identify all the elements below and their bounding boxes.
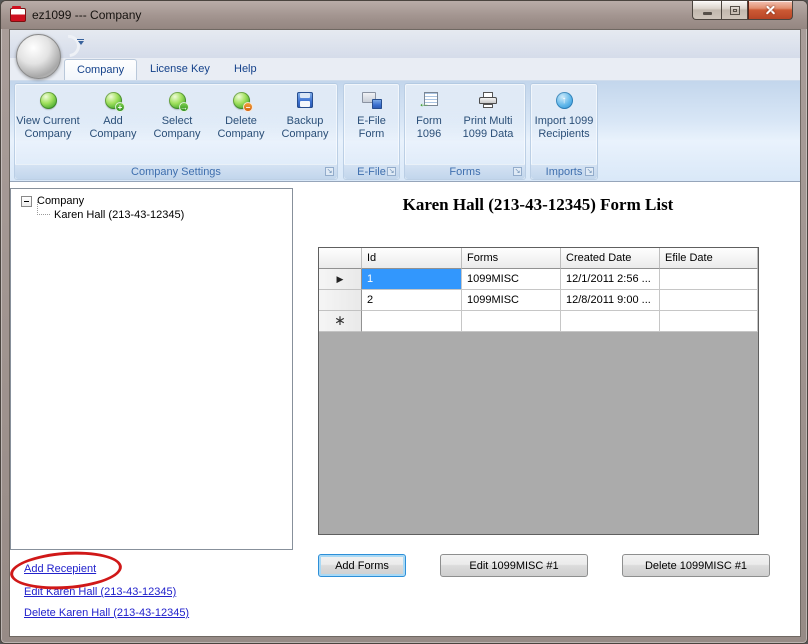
grid-header-row: Id Forms Created Date Efile Date — [319, 248, 758, 269]
app-icon — [10, 6, 26, 22]
form-list-grid[interactable]: Id Forms Created Date Efile Date ▶ 1 109… — [318, 247, 759, 535]
globe-icon — [38, 90, 58, 110]
column-header-forms[interactable]: Forms — [462, 248, 561, 269]
efile-card-icon — [361, 90, 382, 110]
group-label-efile: E-File — [357, 166, 386, 178]
edit-1099misc-button[interactable]: Edit 1099MISC #1 — [440, 554, 588, 577]
row-selector-cell: ∗ — [319, 311, 362, 332]
group-imports: ↑ Import 1099 Recipients Imports ↘ — [530, 83, 598, 180]
quick-access-dropdown-icon[interactable] — [76, 39, 85, 45]
view-current-company-button[interactable]: View Current Company — [15, 84, 81, 164]
cell-id[interactable]: 2 — [362, 290, 462, 311]
tree-node-company[interactable]: Company — [21, 195, 292, 207]
dialog-launcher-icon[interactable]: ↘ — [585, 167, 594, 176]
form-list-title: Karen Hall (213-43-12345) Form List — [402, 195, 674, 214]
form-arrow-icon: ← — [418, 90, 439, 110]
tab-company[interactable]: Company — [64, 59, 138, 80]
cell-id[interactable] — [362, 311, 462, 332]
floppy-disk-icon — [295, 90, 315, 110]
efile-form-button[interactable]: E-File Form — [344, 84, 399, 164]
dialog-launcher-icon[interactable]: ↘ — [513, 167, 522, 176]
dialog-launcher-icon[interactable]: ↘ — [325, 167, 334, 176]
group-label-company-settings: Company Settings — [131, 166, 221, 178]
new-row-asterisk-icon: ∗ — [334, 311, 346, 328]
cell-efile-date[interactable] — [660, 269, 758, 290]
group-forms: ← Form 1096 Print Multi 1099 Data Forms … — [404, 83, 526, 180]
column-header-id[interactable]: Id — [362, 248, 462, 269]
ribbon-body: View Current Company + Add Company → Sel… — [10, 80, 800, 182]
window-body: Company License Key Help View Current Co… — [8, 29, 801, 637]
window-controls — [692, 1, 793, 20]
ribbon: Company License Key Help View Current Co… — [10, 30, 800, 182]
delete-company-link[interactable]: Delete Karen Hall (213-43-12345) — [24, 607, 189, 619]
add-forms-button[interactable]: Add Forms — [318, 554, 406, 577]
cell-created-date[interactable]: 12/8/2011 9:00 ... — [561, 290, 660, 311]
maximize-button[interactable] — [721, 1, 748, 20]
group-company-settings: View Current Company + Add Company → Sel… — [14, 83, 338, 180]
backup-company-button[interactable]: Backup Company — [273, 84, 337, 164]
delete-company-button[interactable]: − Delete Company — [209, 84, 273, 164]
group-label-forms: Forms — [449, 166, 481, 178]
import-up-arrow-icon: ↑ — [554, 90, 574, 110]
row-selector-cell: ▶ — [319, 269, 362, 290]
close-button[interactable] — [748, 1, 793, 20]
tree-collapse-icon[interactable] — [21, 195, 32, 207]
cell-forms[interactable]: 1099MISC — [462, 290, 561, 311]
quick-access-toolbar — [10, 30, 800, 58]
table-row[interactable]: 2 1099MISC 12/8/2011 9:00 ... — [319, 290, 758, 311]
column-header-created-date[interactable]: Created Date — [561, 248, 660, 269]
cell-created-date[interactable]: 12/1/2011 2:56 ... — [561, 269, 660, 290]
app-window: ez1099 --- Company Company License Key H… — [0, 0, 808, 644]
import-1099-recipients-button[interactable]: ↑ Import 1099 Recipients — [531, 84, 597, 164]
table-row[interactable]: ▶ 1 1099MISC 12/1/2011 2:56 ... — [319, 269, 758, 290]
group-efile: E-File Form E-File ↘ — [343, 83, 400, 180]
cell-forms[interactable] — [462, 311, 561, 332]
form-1096-button[interactable]: ← Form 1096 — [406, 84, 452, 164]
edit-company-link[interactable]: Edit Karen Hall (213-43-12345) — [24, 586, 176, 598]
globe-minus-icon: − — [231, 90, 253, 112]
print-multi-1099-data-button[interactable]: Print Multi 1099 Data — [452, 84, 524, 164]
close-icon — [765, 5, 776, 16]
company-tree-panel: Company Karen Hall (213-43-12345) — [10, 188, 293, 550]
window-title: ez1099 --- Company — [32, 8, 142, 22]
cell-created-date[interactable] — [561, 311, 660, 332]
cell-id[interactable]: 1 — [362, 269, 462, 290]
dialog-launcher-icon[interactable]: ↘ — [387, 167, 396, 176]
tree-connector-line — [37, 202, 50, 215]
maximize-icon — [729, 5, 740, 15]
tab-license-key[interactable]: License Key — [138, 59, 222, 80]
new-row[interactable]: ∗ — [319, 311, 758, 332]
current-row-arrow-icon: ▶ — [336, 274, 344, 284]
cell-efile-date[interactable] — [660, 290, 758, 311]
title-bar[interactable]: ez1099 --- Company — [1, 1, 807, 29]
cell-forms[interactable]: 1099MISC — [462, 269, 561, 290]
client-area: Company Karen Hall (213-43-12345) Karen … — [8, 182, 800, 636]
globe-plus-icon: + — [103, 90, 125, 112]
add-company-button[interactable]: + Add Company — [81, 84, 145, 164]
select-company-button[interactable]: → Select Company — [145, 84, 209, 164]
minimize-icon — [702, 11, 712, 15]
cell-efile-date[interactable] — [660, 311, 758, 332]
ribbon-tab-bar: Company License Key Help — [10, 58, 800, 80]
delete-1099misc-button[interactable]: Delete 1099MISC #1 — [622, 554, 770, 577]
printer-icon — [478, 90, 498, 110]
globe-arrow-icon: → — [167, 90, 189, 112]
minimize-button[interactable] — [692, 1, 721, 20]
group-label-imports: Imports — [545, 166, 583, 178]
grid-corner-cell[interactable] — [319, 248, 362, 269]
application-menu-button[interactable] — [16, 34, 61, 79]
row-selector-cell — [319, 290, 362, 311]
column-header-efile-date[interactable]: Efile Date — [660, 248, 758, 269]
add-recipient-link[interactable]: Add Recepient — [24, 563, 96, 575]
tree-node-karen-hall[interactable]: Karen Hall (213-43-12345) — [37, 202, 292, 221]
tree-node-karen-hall-label: Karen Hall (213-43-12345) — [54, 209, 185, 221]
tab-help[interactable]: Help — [222, 59, 269, 80]
